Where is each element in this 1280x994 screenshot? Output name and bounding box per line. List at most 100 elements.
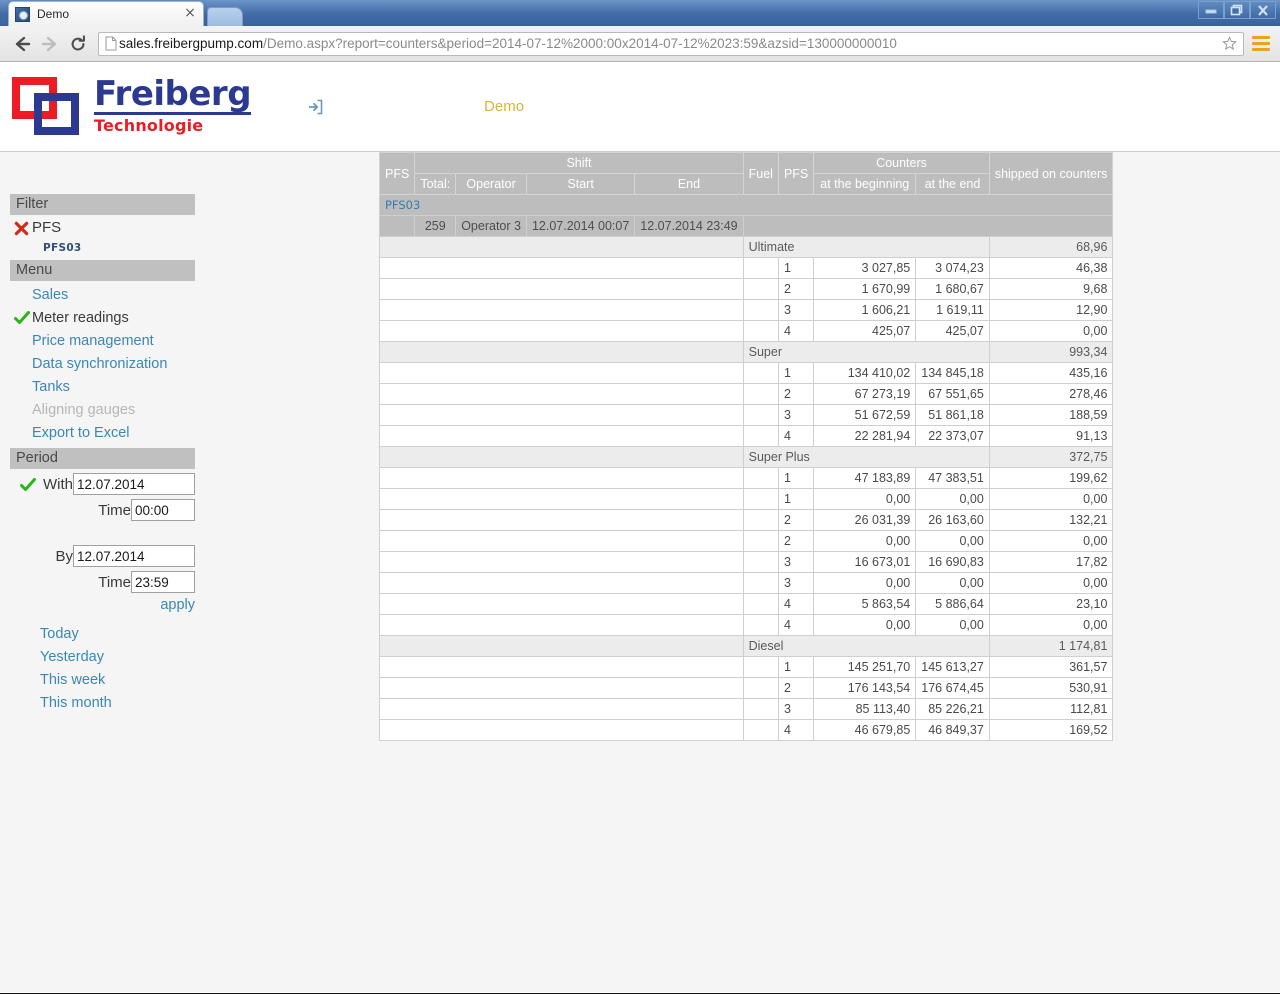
col-total[interactable]: Total: <box>415 174 456 195</box>
sidebar-item-tanks[interactable]: Tanks <box>10 375 195 398</box>
fuel-group-pad <box>380 237 744 258</box>
cell-fuel <box>743 615 778 636</box>
cell-pfs <box>380 468 744 489</box>
restore-button[interactable] <box>1224 1 1250 19</box>
shift-operator: Operator 3 <box>456 216 527 237</box>
close-icon[interactable]: × <box>183 7 197 21</box>
back-button[interactable] <box>8 30 36 58</box>
sidebar-item-label[interactable]: Tanks <box>32 379 70 395</box>
cell-pump: 3 <box>778 552 813 573</box>
sidebar-item-data-synchronization[interactable]: Data synchronization <box>10 352 195 375</box>
table-header-row-1: PFS Shift Fuel PFS Counters shipped on c… <box>380 153 1113 174</box>
sidebar-item-sales[interactable]: Sales <box>10 283 195 306</box>
cell-at-the-beginning: 425,07 <box>814 321 916 342</box>
cell-pump: 1 <box>778 657 813 678</box>
sidebar-item-aligning-gauges: Aligning gauges <box>10 398 195 421</box>
cell-at-the-end: 5 886,64 <box>916 594 990 615</box>
col-shipped-on-counters[interactable]: shipped on counters <box>989 153 1113 195</box>
cell-at-the-beginning: 1 606,21 <box>814 300 916 321</box>
cell-shipped: 0,00 <box>989 531 1113 552</box>
cell-shipped: 9,68 <box>989 279 1113 300</box>
sidebar-item-price-management[interactable]: Price management <box>10 329 195 352</box>
fuel-group-pad <box>380 447 744 468</box>
sidebar-item-label: Meter readings <box>32 310 129 326</box>
table-row: 385 113,4085 226,21112,81 <box>380 699 1113 720</box>
browser-window: Demo × sal <box>0 0 1280 994</box>
period-to-date-input[interactable] <box>73 545 195 567</box>
shift-blank <box>743 216 1113 237</box>
table-row: 13 027,853 074,2346,38 <box>380 258 1113 279</box>
period-to-row: By <box>10 545 195 567</box>
cell-at-the-end: 67 551,65 <box>916 384 990 405</box>
sidebar-item-label[interactable]: Data synchronization <box>32 356 167 372</box>
logout-icon[interactable] <box>306 98 324 116</box>
cell-at-the-end: 134 845,18 <box>916 363 990 384</box>
cell-shipped: 23,10 <box>989 594 1113 615</box>
address-bar[interactable]: sales.freibergpump.com/Demo.aspx?report=… <box>98 32 1244 56</box>
cell-at-the-end: 1 680,67 <box>916 279 990 300</box>
fuel-group-name: Super <box>743 342 989 363</box>
station-name: PFS03 <box>380 195 1113 216</box>
quick-period-today[interactable]: Today <box>40 623 195 646</box>
new-tab-button[interactable] <box>207 7 243 26</box>
apply-button[interactable]: apply <box>160 597 195 613</box>
cell-shipped: 132,21 <box>989 510 1113 531</box>
cell-pump: 2 <box>778 510 813 531</box>
cell-pump: 2 <box>778 678 813 699</box>
period-to-time-input[interactable] <box>131 571 195 593</box>
col-pfs[interactable]: PFS <box>380 153 415 195</box>
tab-demo[interactable]: Demo × <box>8 1 204 26</box>
cell-at-the-end: 85 226,21 <box>916 699 990 720</box>
cell-pfs <box>380 405 744 426</box>
sidebar-item-label[interactable]: Sales <box>32 287 68 303</box>
col-pfs-pump[interactable]: PFS <box>778 153 813 195</box>
sidebar-item-label[interactable]: Price management <box>32 333 154 349</box>
cell-pump: 3 <box>778 573 813 594</box>
page-body: Filter PFS PFS03 Menu Sales <box>0 152 1280 992</box>
close-window-button[interactable] <box>1250 1 1276 19</box>
cell-at-the-beginning: 47 183,89 <box>814 468 916 489</box>
sidebar-item-export-to-excel[interactable]: Export to Excel <box>10 421 195 444</box>
col-start[interactable]: Start <box>526 174 634 195</box>
col-at-the-end[interactable]: at the end <box>916 174 990 195</box>
bookmark-star-icon[interactable] <box>1219 36 1239 51</box>
period-to-time-label: Time <box>98 574 131 591</box>
url-path: /Demo.aspx?report=counters&period=2014-0… <box>263 36 897 51</box>
cell-pfs <box>380 426 744 447</box>
quick-period-this-month[interactable]: This month <box>40 692 195 715</box>
brand-logo[interactable]: Freiberg Technologie <box>0 77 251 137</box>
forward-button[interactable] <box>36 30 64 58</box>
col-end[interactable]: End <box>635 174 743 195</box>
sidebar-item-label[interactable]: Export to Excel <box>32 425 130 441</box>
cell-at-the-beginning: 176 143,54 <box>814 678 916 699</box>
cell-at-the-end: 22 373,07 <box>916 426 990 447</box>
browser-menu-button[interactable] <box>1250 31 1272 57</box>
period-block: With Time By Time <box>10 473 195 715</box>
quick-period-yesterday[interactable]: Yesterday <box>40 646 195 669</box>
col-operator[interactable]: Operator <box>456 174 527 195</box>
cell-at-the-beginning: 67 273,19 <box>814 384 916 405</box>
cell-fuel <box>743 300 778 321</box>
account-label: Demo <box>484 98 524 115</box>
reload-button[interactable] <box>64 30 92 58</box>
fuel-group-shipped-total: 372,75 <box>989 447 1113 468</box>
menu-section-title: Menu <box>10 260 195 281</box>
table-header: PFS Shift Fuel PFS Counters shipped on c… <box>380 153 1113 195</box>
col-at-the-beginning[interactable]: at the beginning <box>814 174 916 195</box>
x-mark-icon[interactable] <box>14 219 32 241</box>
cell-fuel <box>743 363 778 384</box>
sidebar-item-meter-readings[interactable]: Meter readings <box>10 306 195 329</box>
cell-pfs <box>380 594 744 615</box>
filter-item-pfs[interactable]: PFS <box>10 216 195 241</box>
cell-at-the-beginning: 0,00 <box>814 573 916 594</box>
col-shift-group: Shift <box>415 153 743 174</box>
url-text: sales.freibergpump.com/Demo.aspx?report=… <box>119 36 1219 51</box>
minimize-button[interactable] <box>1198 1 1224 19</box>
period-from-row: With <box>10 473 195 495</box>
quick-period-this-week[interactable]: This week <box>40 669 195 692</box>
cell-shipped: 0,00 <box>989 321 1113 342</box>
shift-total: 259 <box>415 216 456 237</box>
period-from-time-input[interactable] <box>131 499 195 521</box>
col-fuel[interactable]: Fuel <box>743 153 778 195</box>
period-from-date-input[interactable] <box>73 473 195 495</box>
